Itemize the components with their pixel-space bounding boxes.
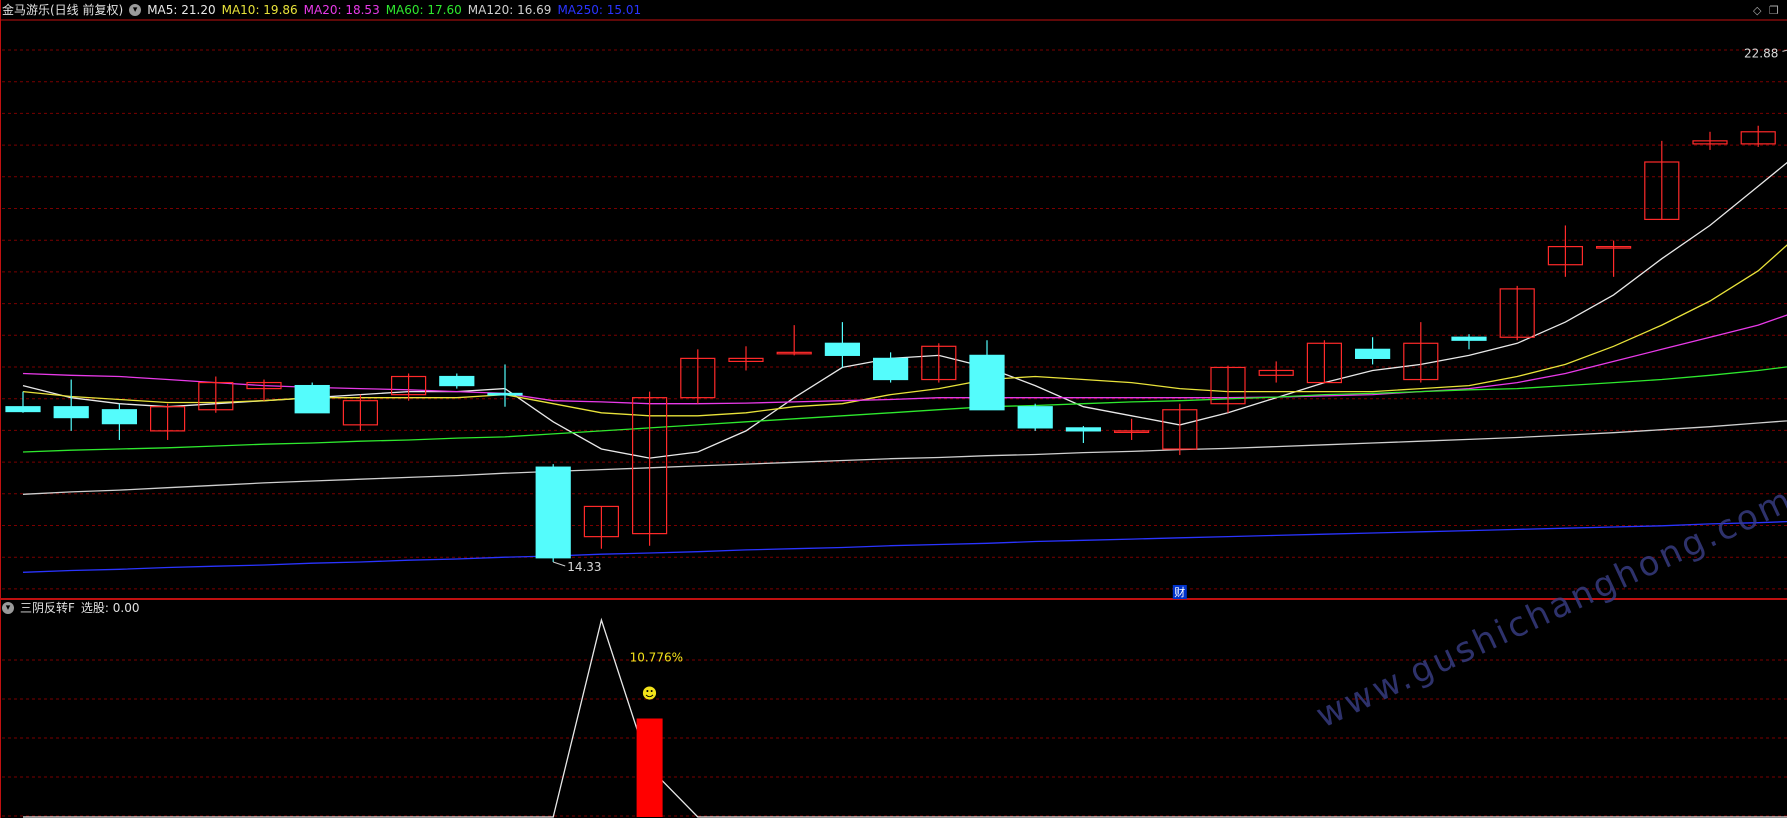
candle-body (1354, 348, 1391, 359)
candle-body (535, 466, 571, 559)
ma250-label: MA250: 15.01 (557, 3, 642, 17)
chevron-down-icon[interactable]: ▾ (129, 4, 142, 16)
ma10-label: MA10: 19.86 (221, 3, 298, 17)
signal-bar (636, 718, 663, 817)
candle-body (1451, 336, 1487, 341)
high-price-label: 22.88 (1744, 46, 1778, 60)
indicator-line (23, 617, 1787, 818)
chart-canvas: 22.88 14.33 财 ☻ 10.776% (0, 0, 1787, 818)
diamond-icon[interactable]: ◇ (1753, 4, 1761, 17)
candle-body (53, 406, 89, 419)
indicator-header: ▾ 三阴反转F 选股: 0.00 (0, 598, 139, 618)
indicator-title: 三阴反转F (20, 601, 75, 615)
ma-line-ma20 (22, 314, 1787, 405)
restore-icon[interactable]: ❐ (1769, 4, 1779, 17)
candle-body (872, 357, 909, 381)
chevron-down-icon[interactable]: ▾ (2, 602, 14, 614)
candle-body (487, 392, 523, 396)
smiley-icon: ☻ (642, 685, 658, 703)
candle-body (969, 354, 1005, 411)
ma60-label: MA60: 17.60 (385, 3, 462, 17)
ma20-label: MA20: 18.53 (303, 3, 380, 17)
ma-line-ma10 (22, 244, 1787, 417)
indicator-value: 选股: 0.00 (80, 601, 140, 615)
ma-line-ma250 (22, 520, 1787, 573)
high-arrow (1782, 49, 1787, 52)
candle-body (1065, 427, 1102, 432)
main-chart-header: 金马游乐(日线 前复权) ▾ MA5: 21.20 MA10: 19.86 MA… (0, 0, 641, 20)
pct-label: 10.776% (630, 651, 683, 665)
ma5-label: MA5: 21.20 (147, 3, 216, 17)
candle-body (294, 384, 330, 414)
candle-body (101, 409, 138, 425)
ma120-label: MA120: 16.69 (467, 3, 552, 17)
low-arrow (553, 561, 566, 567)
candle-body (824, 342, 861, 356)
finance-marker-label: 财 (1174, 585, 1185, 599)
candle-body (439, 375, 475, 387)
stock-title: 金马游乐(日线 前复权) (2, 3, 124, 17)
candle-body (1017, 406, 1053, 429)
candle-body (5, 406, 41, 413)
low-price-label: 14.33 (567, 560, 601, 574)
